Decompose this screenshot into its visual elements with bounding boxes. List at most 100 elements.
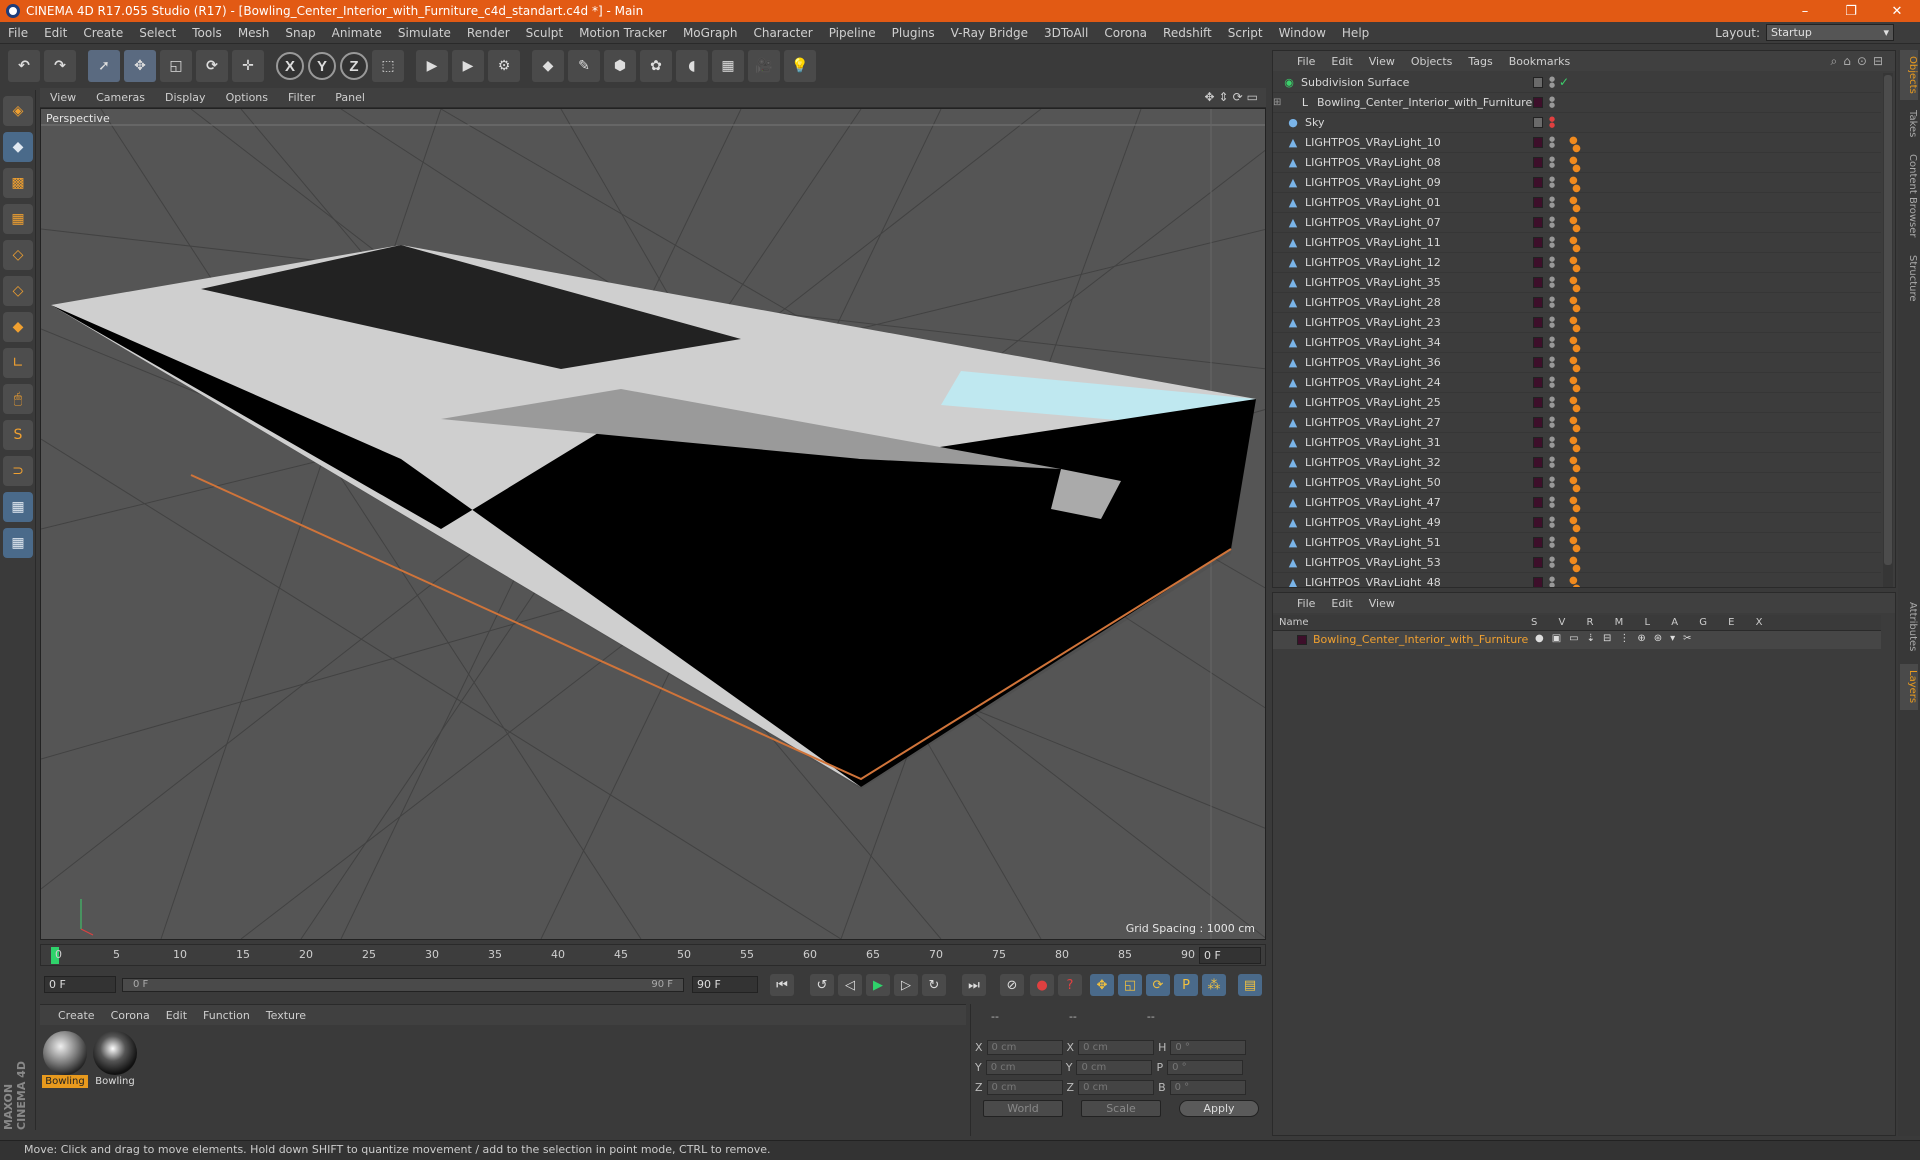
object-row[interactable]: ▲ LIGHTPOS_VRayLight_11 ● ● ● ● (1273, 233, 1881, 254)
target-tag-icon[interactable]: ● ● (1569, 156, 1581, 174)
object-row[interactable]: ▲ LIGHTPOS_VRayLight_25 ● ● ● ● (1273, 393, 1881, 414)
magnet-icon[interactable]: ⊃ (3, 456, 33, 486)
viewport-navigation-icons[interactable]: ✥⇕⟳▭ (1204, 90, 1262, 104)
target-tag-icon[interactable]: ● ● (1569, 436, 1581, 454)
object-name[interactable]: LIGHTPOS_VRayLight_32 (1305, 456, 1535, 469)
om-menu-view[interactable]: View (1361, 55, 1403, 68)
rotation-h-field[interactable]: 0 ° (1170, 1040, 1247, 1055)
workplane-icon[interactable]: ▦ (3, 204, 33, 234)
visibility-dots-icon[interactable]: ● ● (1549, 216, 1555, 229)
axis-mode-icon[interactable]: ∟ (3, 348, 33, 378)
object-name[interactable]: LIGHTPOS_VRayLight_34 (1305, 336, 1535, 349)
visibility-dots-icon[interactable]: ● ● (1549, 236, 1555, 249)
target-tag-icon[interactable]: ● ● (1569, 296, 1581, 314)
target-tag-icon[interactable]: ● ● (1569, 576, 1581, 588)
menu-snap[interactable]: Snap (277, 26, 323, 40)
visibility-dots-icon[interactable]: ● ● (1549, 436, 1555, 449)
object-name[interactable]: LIGHTPOS_VRayLight_09 (1305, 176, 1535, 189)
om-menu-file[interactable]: File (1289, 55, 1323, 68)
tab-objects[interactable]: Objects (1900, 50, 1918, 100)
menu-redshift[interactable]: Redshift (1155, 26, 1220, 40)
layer-color-swatch[interactable] (1533, 457, 1543, 468)
object-list-scrollbar[interactable] (1883, 73, 1893, 587)
target-tag-icon[interactable]: ● ● (1569, 456, 1581, 474)
layer-color-swatch[interactable] (1297, 635, 1307, 645)
object-row[interactable]: ▲ LIGHTPOS_VRayLight_08 ● ● ● ● (1273, 153, 1881, 174)
target-tag-icon[interactable]: ● ● (1569, 556, 1581, 574)
move-tool-icon[interactable]: ✥ (124, 50, 156, 82)
menu-help[interactable]: Help (1334, 26, 1377, 40)
y-axis-lock-button[interactable]: Y (308, 52, 336, 80)
vp-menu-display[interactable]: Display (155, 91, 216, 104)
rotation-b-field[interactable]: 0 ° (1169, 1080, 1246, 1095)
mat-menu-corona[interactable]: Corona (103, 1009, 158, 1022)
object-name[interactable]: LIGHTPOS_VRayLight_12 (1305, 256, 1535, 269)
object-name[interactable]: Bowling_Center_Interior_with_Furniture (1317, 96, 1547, 109)
om-menu-tags[interactable]: Tags (1460, 55, 1500, 68)
autokey-icon[interactable]: ? (1058, 974, 1082, 996)
key-pla-icon[interactable]: ⁂ (1202, 974, 1226, 996)
model-mode-icon[interactable]: ◆ (3, 132, 33, 162)
object-name[interactable]: LIGHTPOS_VRayLight_31 (1305, 436, 1535, 449)
position-y-field[interactable]: 0 cm (985, 1060, 1062, 1075)
current-frame-field[interactable]: 0 F (1199, 947, 1261, 964)
visibility-dots-icon[interactable]: ● ● (1549, 576, 1555, 588)
target-tag-icon[interactable]: ● ● (1569, 176, 1581, 194)
target-tag-icon[interactable]: ● ● (1569, 136, 1581, 154)
spline-pen-icon[interactable]: ✎ (568, 50, 600, 82)
expand-toggle-icon[interactable]: ⊞ (1273, 97, 1299, 108)
menu-create[interactable]: Create (75, 26, 131, 40)
lm-menu-view[interactable]: View (1361, 597, 1403, 610)
menu-mesh[interactable]: Mesh (230, 26, 278, 40)
object-name[interactable]: LIGHTPOS_VRayLight_01 (1305, 196, 1535, 209)
apply-button[interactable]: Apply (1179, 1100, 1259, 1117)
layer-color-swatch[interactable] (1533, 557, 1543, 568)
layer-color-swatch[interactable] (1533, 297, 1543, 308)
rotation-p-field[interactable]: 0 ° (1167, 1060, 1244, 1075)
render-settings-icon[interactable]: ⚙ (488, 50, 520, 82)
menu-file[interactable]: File (0, 26, 36, 40)
target-tag-icon[interactable]: ● ● (1569, 336, 1581, 354)
visibility-dots-icon[interactable]: ● ● (1549, 316, 1555, 329)
visibility-dots-icon[interactable]: ● ● (1549, 376, 1555, 389)
go-to-end-icon[interactable]: ⏭ (962, 974, 986, 996)
size-x-field[interactable]: 0 cm (1078, 1040, 1155, 1055)
target-tag-icon[interactable]: ● ● (1569, 276, 1581, 294)
layer-color-swatch[interactable] (1533, 397, 1543, 408)
layer-row[interactable]: Bowling_Center_Interior_with_Furniture ●… (1273, 631, 1881, 649)
visibility-dots-icon[interactable]: ● ● (1549, 476, 1555, 489)
object-name[interactable]: LIGHTPOS_VRayLight_53 (1305, 556, 1535, 569)
perspective-viewport[interactable]: Perspective Grid Spacing : 1000 cm (40, 108, 1266, 940)
target-tag-icon[interactable]: ● ● (1569, 376, 1581, 394)
object-row[interactable]: ◉ Subdivision Surface ● ● ✓ (1273, 73, 1881, 93)
target-tag-icon[interactable]: ● ● (1569, 236, 1581, 254)
visibility-dots-icon[interactable]: ● ● (1549, 96, 1555, 109)
object-name[interactable]: Sky (1305, 116, 1535, 129)
object-name[interactable]: LIGHTPOS_VRayLight_23 (1305, 316, 1535, 329)
layer-color-swatch[interactable] (1533, 417, 1543, 428)
menu-animate[interactable]: Animate (324, 26, 390, 40)
object-name[interactable]: Subdivision Surface (1301, 76, 1531, 89)
visibility-dots-icon[interactable]: ● ● (1549, 356, 1555, 369)
visibility-dots-icon[interactable]: ● ● (1549, 276, 1555, 289)
object-name[interactable]: LIGHTPOS_VRayLight_25 (1305, 396, 1535, 409)
previous-key-icon[interactable]: ↺ (810, 974, 834, 996)
visibility-dots-icon[interactable]: ● ● (1549, 256, 1555, 269)
visibility-dots-icon[interactable]: ● ● (1549, 196, 1555, 209)
menu-script[interactable]: Script (1220, 26, 1271, 40)
object-row[interactable]: ▲ LIGHTPOS_VRayLight_31 ● ● ● ● (1273, 433, 1881, 454)
object-name[interactable]: LIGHTPOS_VRayLight_11 (1305, 236, 1535, 249)
menu-3dtoall[interactable]: 3DToAll (1036, 26, 1096, 40)
menu-edit[interactable]: Edit (36, 26, 75, 40)
select-arrow-icon[interactable]: ➚ (88, 50, 120, 82)
visibility-dots-icon[interactable]: ● ● (1549, 556, 1555, 569)
menu-simulate[interactable]: Simulate (390, 26, 459, 40)
om-menu-objects[interactable]: Objects (1403, 55, 1461, 68)
make-editable-icon[interactable]: ◈ (3, 96, 33, 126)
target-tag-icon[interactable]: ● ● (1569, 516, 1581, 534)
target-tag-icon[interactable]: ● ● (1569, 496, 1581, 514)
object-name[interactable]: LIGHTPOS_VRayLight_08 (1305, 156, 1535, 169)
menu-character[interactable]: Character (745, 26, 820, 40)
layer-color-swatch[interactable] (1533, 117, 1543, 128)
z-axis-lock-button[interactable]: Z (340, 52, 368, 80)
